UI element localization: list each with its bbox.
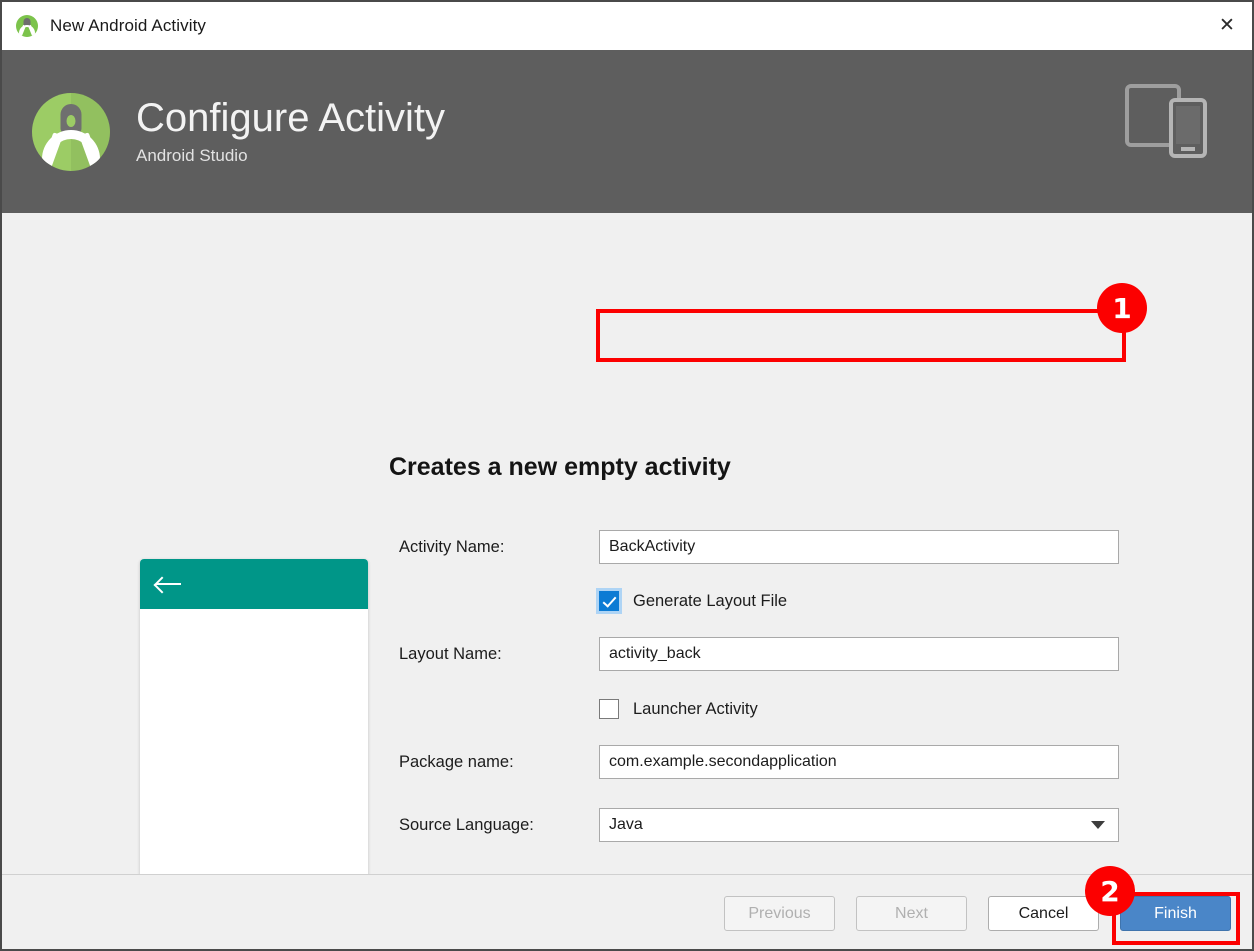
launcher-activity-row[interactable]: Launcher Activity	[599, 699, 758, 719]
layout-name-row: Layout Name: activity_back	[399, 637, 1129, 671]
source-language-select[interactable]: Java	[599, 808, 1119, 842]
package-name-label: Package name:	[399, 752, 514, 771]
tablet-and-phone-icon	[1125, 78, 1207, 158]
banner-subtitle: Android Studio	[136, 146, 248, 165]
cancel-button[interactable]: Cancel	[988, 896, 1099, 931]
banner-title: Configure Activity	[136, 96, 446, 140]
source-language-label: Source Language:	[399, 815, 534, 834]
dialog-banner: Configure Activity Android Studio	[2, 50, 1252, 213]
generate-layout-file-row[interactable]: Generate Layout File	[599, 591, 787, 611]
finish-button[interactable]: Finish	[1120, 896, 1231, 931]
generate-layout-file-label: Generate Layout File	[633, 591, 788, 610]
dialog-footer: Previous Next Cancel Finish	[2, 874, 1252, 949]
launcher-activity-label: Launcher Activity	[633, 699, 758, 718]
next-button[interactable]: Next	[856, 896, 967, 931]
android-studio-logo-icon	[32, 92, 110, 171]
package-name-row: Package name: com.example.secondapplicat…	[399, 745, 1129, 779]
layout-name-label: Layout Name:	[399, 644, 502, 663]
android-studio-icon	[16, 15, 38, 37]
activity-name-label: Activity Name:	[399, 537, 505, 556]
dialog-content: Creates a new empty activity Activity Na…	[2, 213, 1252, 925]
generate-layout-file-checkbox[interactable]	[599, 591, 619, 611]
new-android-activity-dialog: New Android Activity ✕ Configure Activit…	[0, 0, 1254, 951]
close-icon[interactable]: ✕	[1202, 2, 1252, 48]
activity-name-input[interactable]: BackActivity	[599, 530, 1119, 564]
chevron-down-icon	[1091, 821, 1105, 829]
layout-name-input[interactable]: activity_back	[599, 637, 1119, 671]
title-bar: New Android Activity ✕	[2, 2, 1252, 50]
banner-text-group: Configure Activity Android Studio	[136, 97, 445, 166]
source-language-row: Source Language: Java	[399, 808, 1129, 842]
window-title: New Android Activity	[50, 16, 207, 35]
activity-name-row: Activity Name: BackActivity	[399, 530, 1129, 564]
launcher-activity-checkbox[interactable]	[599, 699, 619, 719]
configure-activity-form: Activity Name: BackActivity Generate Lay…	[2, 213, 1252, 925]
package-name-input[interactable]: com.example.secondapplication	[599, 745, 1119, 779]
previous-button[interactable]: Previous	[724, 896, 835, 931]
